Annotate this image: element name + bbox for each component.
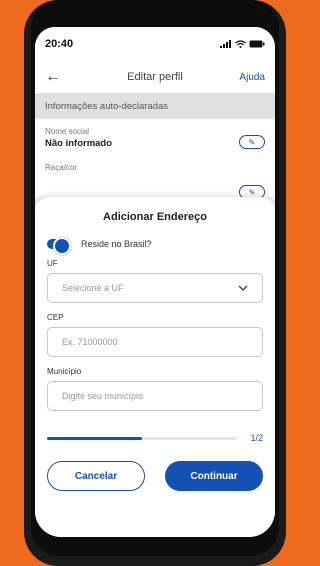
add-address-sheet: Adicionar Endereço Reside no Brasil? UF … bbox=[35, 197, 275, 537]
page-title: Editar perfil bbox=[127, 71, 183, 83]
uf-placeholder: Selecione a UF bbox=[62, 283, 124, 293]
edit-icon: ✎ bbox=[248, 187, 256, 197]
progress-fill bbox=[47, 436, 142, 440]
reside-brasil-row: Reside no Brasil? bbox=[47, 237, 263, 255]
button-row: Cancelar Continuar bbox=[47, 461, 263, 491]
signal-icon bbox=[220, 40, 231, 48]
cep-label: CEP bbox=[47, 313, 64, 322]
screen: 20:40 ← Editar perfil Ajuda Informações … bbox=[35, 27, 275, 537]
reside-brasil-toggle[interactable] bbox=[47, 237, 71, 255]
cancel-button[interactable]: Cancelar bbox=[47, 461, 145, 491]
section-header: Informações auto-declaradas bbox=[35, 93, 275, 119]
back-arrow-icon[interactable]: ← bbox=[45, 68, 75, 86]
uf-label: UF bbox=[47, 259, 58, 268]
edit-icon: ✎ bbox=[248, 137, 256, 147]
app-bar: ← Editar perfil Ajuda bbox=[35, 61, 275, 93]
chevron-down-icon bbox=[238, 285, 248, 291]
field-nome-social: Nome social Não informado ✎ bbox=[35, 119, 275, 159]
toggle-label: Reside no Brasil? bbox=[81, 239, 152, 249]
field-value: Não informado bbox=[45, 138, 113, 149]
progress-row: 1/2 bbox=[47, 433, 263, 443]
status-icons bbox=[220, 40, 265, 48]
cep-input[interactable]: Ex. 71000000 bbox=[47, 327, 263, 357]
municipio-input[interactable]: Digite seu município bbox=[47, 381, 263, 411]
field-raca-cor: Raça/cor ✎ bbox=[35, 159, 275, 199]
phone-notch bbox=[115, 0, 195, 24]
status-bar: 20:40 bbox=[35, 27, 275, 61]
municipio-placeholder: Digite seu município bbox=[62, 391, 144, 401]
field-label: Nome social bbox=[45, 127, 90, 136]
wifi-icon bbox=[235, 40, 246, 48]
phone-frame: 20:40 ← Editar perfil Ajuda Informações … bbox=[24, 0, 286, 566]
status-time: 20:40 bbox=[45, 38, 74, 50]
edit-nome-social-button[interactable]: ✎ bbox=[239, 135, 265, 149]
progress-track bbox=[47, 436, 237, 440]
phone-bezel: 20:40 ← Editar perfil Ajuda Informações … bbox=[31, 0, 279, 556]
battery-icon bbox=[249, 40, 265, 48]
uf-select[interactable]: Selecione a UF bbox=[47, 273, 263, 303]
help-link[interactable]: Ajuda bbox=[235, 72, 265, 83]
field-label: Raça/cor bbox=[45, 163, 78, 172]
municipio-label: Município bbox=[47, 367, 82, 376]
cep-placeholder: Ex. 71000000 bbox=[62, 337, 118, 347]
sheet-title: Adicionar Endereço bbox=[103, 211, 207, 223]
continue-button[interactable]: Continuar bbox=[165, 461, 263, 491]
progress-text: 1/2 bbox=[250, 433, 263, 443]
